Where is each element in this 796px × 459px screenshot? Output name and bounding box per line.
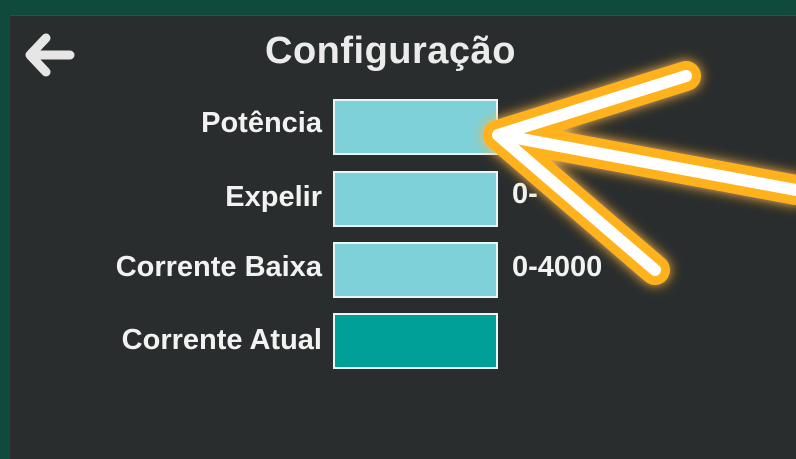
expelir-range-hint: 0- xyxy=(512,178,538,210)
label-potencia: Potência xyxy=(201,107,322,139)
corrente-baixa-input[interactable] xyxy=(333,242,498,298)
back-button[interactable] xyxy=(24,32,76,78)
label-corrente-atual: Corrente Atual xyxy=(121,324,322,356)
corrente-atual-input[interactable] xyxy=(333,313,498,369)
page-title: Configuração xyxy=(265,30,516,72)
arrow-left-icon xyxy=(25,33,75,77)
corrente-baixa-range-hint: 0-4000 xyxy=(512,251,603,283)
potencia-input[interactable] xyxy=(333,99,498,155)
label-expelir: Expelir xyxy=(225,181,322,213)
label-corrente-baixa: Corrente Baixa xyxy=(115,251,322,283)
settings-screen: Configuração Potência Expelir 0- Corrent… xyxy=(10,15,796,459)
expelir-input[interactable] xyxy=(333,171,498,227)
